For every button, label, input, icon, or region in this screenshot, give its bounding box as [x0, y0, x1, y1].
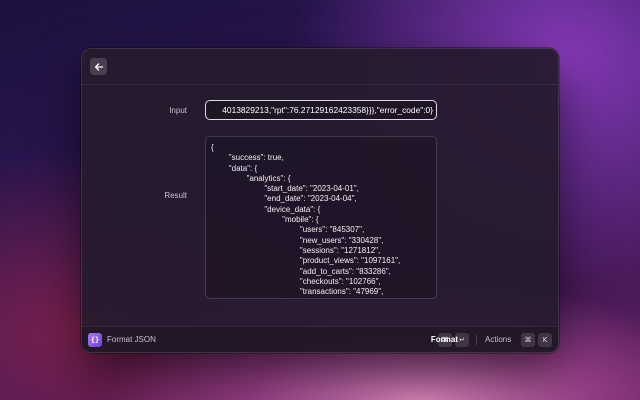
result-code-line: "product_views": "1097161",	[211, 256, 401, 266]
return-key-icon: ↵	[455, 333, 469, 347]
result-code-line: "success": true,	[211, 153, 284, 163]
result-code-line: "revenue":	[211, 297, 431, 298]
result-textarea[interactable]: { "success": true, "data": { "analytics"…	[205, 136, 437, 299]
result-code-line: "transactions": "47969",	[211, 287, 384, 297]
result-label: Result	[164, 191, 187, 200]
result-code-line: "data": {	[211, 163, 258, 173]
result-code-line: "analytics": {	[211, 173, 291, 183]
result-code-line: "add_to_carts": "833286",	[211, 266, 391, 276]
format-json-window: Input 4013829213,"rpt":76.27129162423358…	[81, 48, 559, 353]
result-code-line: "users": "845307",	[211, 225, 365, 235]
result-code-line: "sessions": "1271812",	[211, 245, 381, 255]
result-code-line: "start_date": "2023-04-01",	[211, 184, 359, 194]
footer-divider	[476, 335, 477, 345]
braces-icon: {}	[88, 333, 102, 347]
result-code-line: "checkouts": "102766",	[211, 276, 381, 286]
actions-menu-button[interactable]: Actions	[485, 335, 511, 344]
result-code-line: {	[211, 143, 214, 152]
input-value: 4013829213,"rpt":76.27129162423358}}},"e…	[222, 105, 433, 115]
result-code-line: "new_users": "330428",	[211, 235, 384, 245]
json-input-field[interactable]: 4013829213,"rpt":76.27129162423358}}},"e…	[205, 100, 437, 120]
command-key-icon: ⌘	[521, 333, 535, 347]
result-code-line: "mobile": {	[211, 215, 319, 225]
bottom-action-bar: {} Format JSON Format ⌘ ↵ Actions ⌘ K	[82, 326, 558, 352]
top-bar	[82, 49, 558, 85]
arrow-left-icon	[94, 62, 103, 71]
input-label: Input	[169, 106, 187, 115]
result-code-line: "end_date": "2023-04-04",	[211, 194, 357, 204]
command-key-icon: ⌘	[438, 333, 452, 347]
k-key-icon: K	[538, 333, 552, 347]
back-button[interactable]	[90, 58, 107, 75]
result-code-line: "device_data": {	[211, 204, 321, 214]
command-title: Format JSON	[107, 335, 156, 344]
